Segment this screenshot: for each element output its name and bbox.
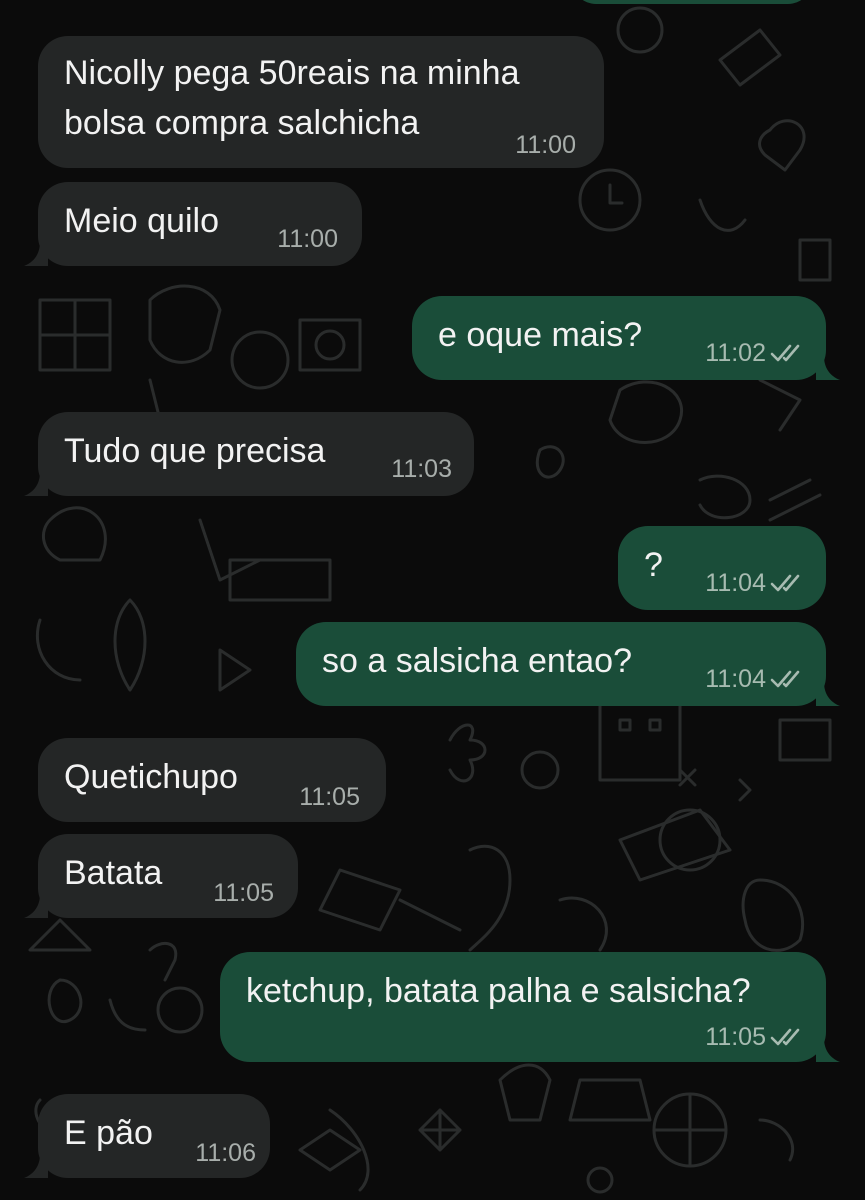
message-meta: 11:05 — [213, 878, 274, 908]
message-text: e oque mais? — [438, 316, 643, 354]
message-text: ? — [644, 546, 663, 584]
bubble-tail — [24, 894, 48, 918]
message-meta: 11:04 — [705, 568, 804, 598]
message-time: 11:06 — [195, 1139, 256, 1167]
message-meta: 11:02 — [705, 338, 804, 368]
double-check-icon — [770, 670, 800, 688]
message-meta: 11:06 — [195, 1138, 256, 1168]
message-bubble-outgoing-partial[interactable] — [572, 0, 812, 4]
bubble-tail — [24, 242, 48, 266]
message-text: ketchup, batata palha e salsicha? — [246, 972, 751, 1010]
message-bubble-outgoing[interactable]: so a salsicha entao? 11:04 — [296, 622, 840, 706]
message-meta: 11:00 — [277, 224, 338, 254]
message-bubble-incoming[interactable]: Meio quilo 11:00 — [24, 182, 362, 266]
double-check-icon — [770, 1028, 800, 1046]
message-bubble-outgoing[interactable]: e oque mais? 11:02 — [412, 296, 840, 380]
bubble-tail — [816, 1038, 840, 1062]
message-meta: 11:05 — [705, 1022, 804, 1052]
message-bubble-outgoing[interactable]: ? 11:04 — [618, 526, 826, 610]
double-check-icon — [770, 574, 800, 592]
message-time: 11:00 — [277, 225, 338, 253]
message-time: 11:00 — [515, 131, 576, 159]
message-text: Meio quilo — [64, 202, 219, 240]
message-bubble-incoming[interactable]: Nicolly pega 50reais na minha bolsa comp… — [38, 36, 604, 168]
message-text: E pão — [64, 1114, 153, 1152]
message-time: 11:04 — [705, 569, 766, 597]
bubble-tail — [816, 356, 840, 380]
message-meta: 11:04 — [705, 664, 804, 694]
message-text: Nicolly pega 50reais na minha bolsa comp… — [64, 48, 519, 148]
message-text: so a salsicha entao? — [322, 642, 632, 680]
message-bubble-incoming[interactable]: E pão 11:06 — [24, 1094, 270, 1178]
message-bubble-outgoing[interactable]: ketchup, batata palha e salsicha? 11:05 — [220, 952, 840, 1062]
message-time: 11:05 — [213, 879, 274, 907]
message-text-line: Nicolly pega 50reais na minha — [64, 54, 520, 92]
message-bubble-incoming[interactable]: Batata 11:05 — [24, 834, 298, 918]
message-time: 11:05 — [299, 783, 360, 811]
message-meta: 11:05 — [299, 782, 360, 812]
double-check-icon — [770, 344, 800, 362]
bubble-tail — [24, 472, 48, 496]
message-time: 11:04 — [705, 665, 766, 693]
message-text-line: bolsa compra salchicha — [64, 104, 420, 142]
message-time: 11:02 — [705, 339, 766, 367]
message-bubble-incoming[interactable]: Tudo que precisa 11:03 — [24, 412, 474, 496]
message-meta: 11:03 — [391, 454, 452, 484]
bubble-tail — [816, 682, 840, 706]
message-time: 11:05 — [705, 1023, 766, 1051]
message-meta: 11:00 — [515, 130, 576, 160]
message-bubble-incoming[interactable]: Quetichupo 11:05 — [38, 738, 386, 822]
message-text: Tudo que precisa — [64, 432, 326, 470]
message-text: Quetichupo — [64, 758, 238, 796]
message-time: 11:03 — [391, 455, 452, 483]
message-text: Batata — [64, 854, 163, 892]
bubble-tail — [24, 1154, 48, 1178]
